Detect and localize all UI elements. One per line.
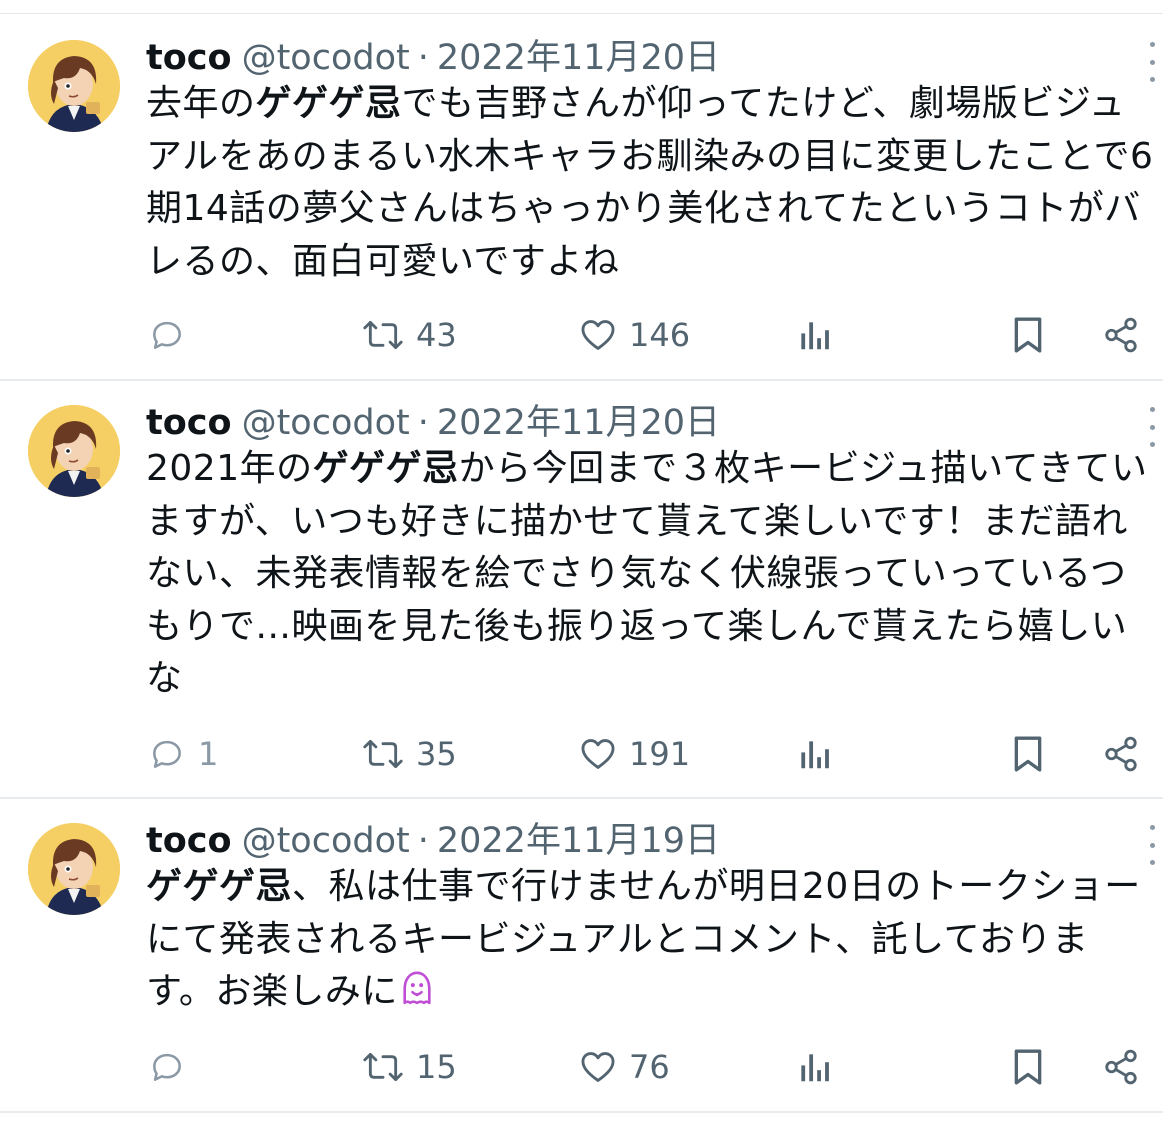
bookmark-icon [1014, 1049, 1042, 1085]
heart-icon [581, 739, 615, 769]
views-button[interactable] [797, 313, 831, 357]
avatar[interactable] [28, 405, 120, 497]
hashtag-bold[interactable]: ゲゲゲ忌 [146, 866, 292, 907]
avatar[interactable] [28, 823, 120, 915]
share-icon [1105, 736, 1137, 772]
like-button[interactable]: 76 [579, 1045, 670, 1089]
display-name[interactable]: toco [146, 401, 232, 445]
like-button[interactable]: 191 [579, 732, 690, 776]
like-count: 146 [629, 316, 691, 354]
retweet-icon [363, 739, 403, 769]
retweet-icon [363, 320, 403, 350]
bookmark-button[interactable] [1011, 1045, 1045, 1089]
timestamp[interactable]: 2022年11月20日 [437, 401, 720, 445]
retweet-count: 43 [416, 316, 457, 354]
retweet-icon [363, 1052, 403, 1082]
views-button[interactable] [797, 1045, 831, 1089]
display-name[interactable]: toco [146, 819, 232, 863]
timestamp[interactable]: 2022年11月19日 [437, 819, 720, 863]
avatar[interactable] [28, 40, 120, 132]
tweet[interactable]: toco @tocodot · 2022年11月20日 去年のゲゲゲ忌でも吉野さ… [0, 14, 1163, 381]
reply-button[interactable]: 1 [148, 732, 218, 776]
more-vertical-icon[interactable] [1147, 42, 1157, 82]
tweet[interactable]: toco @tocodot · 2022年11月19日 ゲゲゲ忌、私は仕事で行け… [0, 799, 1163, 1113]
analytics-icon [801, 1054, 829, 1082]
tweet-text-part: 2021年の [146, 448, 313, 489]
tweet-header: toco @tocodot · 2022年11月20日 [146, 36, 720, 80]
separator-dot: · [417, 403, 429, 443]
tweet-header: toco @tocodot · 2022年11月20日 [146, 401, 720, 445]
like-count: 191 [629, 735, 691, 773]
reply-count: 1 [198, 735, 219, 773]
tweet-text-part: 去年の [146, 83, 256, 124]
share-button[interactable] [1102, 1045, 1140, 1089]
more-vertical-icon[interactable] [1147, 407, 1157, 447]
reply-icon [153, 740, 181, 768]
like-count: 76 [629, 1048, 670, 1086]
tweet-text: 去年のゲゲゲ忌でも吉野さんが仰ってたけど、劇場版ビジュアルをあのまるい水木キャラ… [146, 78, 1156, 288]
bookmark-icon [1014, 317, 1042, 353]
tweet-actions: 1 35 191 [0, 732, 1163, 776]
analytics-icon [801, 322, 829, 350]
timestamp[interactable]: 2022年11月20日 [437, 36, 720, 80]
reply-icon [153, 1053, 181, 1081]
bookmark-icon [1014, 736, 1042, 772]
retweet-button[interactable]: 35 [362, 732, 457, 776]
heart-icon [581, 320, 615, 350]
display-name[interactable]: toco [146, 36, 232, 80]
share-button[interactable] [1102, 313, 1140, 357]
bookmark-button[interactable] [1011, 732, 1045, 776]
tweet-text-part: 、私は仕事で行けませんが明日20日のトークショーにて発表されるキービジュアルとコ… [146, 866, 1141, 1012]
user-handle[interactable]: @tocodot [242, 401, 410, 445]
tweet[interactable]: toco @tocodot · 2022年11月20日 2021年のゲゲゲ忌から… [0, 381, 1163, 799]
tweet-text: ゲゲゲ忌、私は仕事で行けませんが明日20日のトークショーにて発表されるキービジュ… [146, 861, 1156, 1025]
user-handle[interactable]: @tocodot [242, 36, 410, 80]
user-handle[interactable]: @tocodot [242, 819, 410, 863]
reply-icon [153, 321, 181, 349]
share-button[interactable] [1102, 732, 1140, 776]
hashtag-bold[interactable]: ゲゲゲ忌 [256, 83, 402, 124]
separator-dot: · [417, 821, 429, 861]
hashtag-bold[interactable]: ゲゲゲ忌 [313, 448, 459, 489]
share-icon [1105, 317, 1137, 353]
heart-icon [581, 1052, 615, 1082]
more-vertical-icon[interactable] [1147, 825, 1157, 865]
retweet-count: 15 [416, 1048, 457, 1086]
share-icon [1105, 1049, 1137, 1085]
ghost-emoji-icon [398, 969, 436, 1025]
tweet-actions: 43 146 [0, 313, 1163, 357]
like-button[interactable]: 146 [579, 313, 690, 357]
tweet-actions: 15 76 [0, 1045, 1163, 1089]
retweet-button[interactable]: 43 [362, 313, 457, 357]
retweet-button[interactable]: 15 [362, 1045, 457, 1089]
analytics-icon [801, 741, 829, 769]
tweet-text: 2021年のゲゲゲ忌から今回まで３枚キービジュ描いてきていますが、いつも好きに描… [146, 443, 1156, 706]
separator-dot: · [417, 38, 429, 78]
reply-button[interactable] [148, 313, 198, 357]
views-button[interactable] [797, 732, 831, 776]
bookmark-button[interactable] [1011, 313, 1045, 357]
tweet-header: toco @tocodot · 2022年11月19日 [146, 819, 720, 863]
reply-button[interactable] [148, 1045, 198, 1089]
retweet-count: 35 [416, 735, 457, 773]
